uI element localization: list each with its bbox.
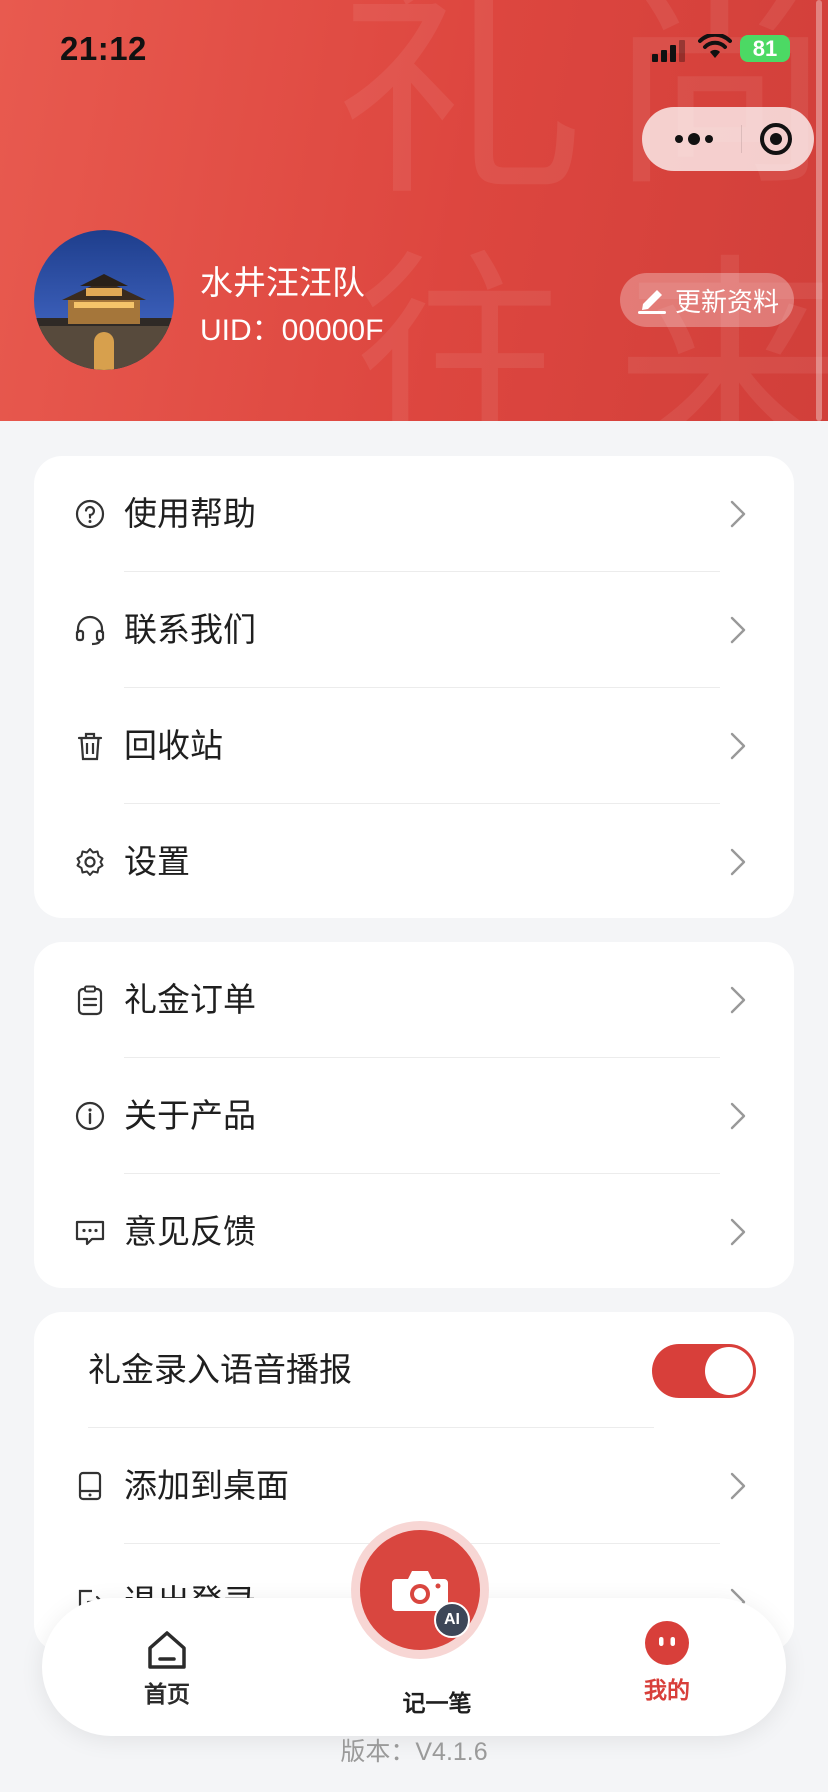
info-circle-icon [75, 1101, 105, 1131]
voice-broadcast-row: 礼金录入语音播报 [34, 1312, 794, 1428]
user-uid: UID：00000F [200, 314, 384, 347]
username: 水井汪汪队 [200, 264, 365, 301]
headset-icon [75, 615, 105, 646]
menu-item-label: 添加到桌面 [124, 1467, 289, 1504]
avatar-image [34, 230, 174, 370]
version-text: 版本：V4.1.6 [340, 1738, 488, 1766]
wifi-icon [698, 34, 732, 58]
record-camera-button[interactable]: AI [351, 1521, 489, 1659]
toggle-knob [705, 1347, 753, 1395]
chevron-right-icon [730, 1218, 746, 1246]
chevron-right-icon [730, 848, 746, 876]
chevron-right-icon [730, 732, 746, 760]
more-menu-button[interactable] [664, 123, 724, 155]
menu-item-about[interactable]: 关于产品 [34, 1058, 794, 1174]
menu-card-general: 使用帮助 联系我们 回收站 设置 [34, 456, 794, 918]
update-profile-label: 更新资料 [674, 286, 779, 317]
status-time: 21:12 [60, 30, 147, 67]
menu-item-contact[interactable]: 联系我们 [34, 572, 794, 688]
tab-record-label[interactable]: 记一笔 [362, 1684, 512, 1718]
edit-icon [637, 290, 666, 314]
avatar[interactable] [34, 230, 174, 370]
gear-icon [76, 848, 104, 876]
record-camera-inner: AI [360, 1530, 480, 1650]
chevron-right-icon [730, 500, 746, 528]
tablet-icon [78, 1471, 102, 1501]
menu-card-orders: 礼金订单 关于产品 意见反馈 [34, 942, 794, 1288]
ai-badge: AI [434, 1602, 470, 1638]
status-bar: 21:12 81 [0, 0, 828, 100]
menu-item-gift-orders[interactable]: 礼金订单 [34, 942, 794, 1058]
tab-home-label: 首页 [144, 1681, 190, 1707]
update-profile-button[interactable]: 更新资料 [620, 273, 794, 327]
menu-item-feedback[interactable]: 意见反馈 [34, 1174, 794, 1288]
cellular-signal-icon [652, 40, 686, 62]
chat-icon [75, 1220, 105, 1246]
tab-mine[interactable]: 我的 [622, 1598, 712, 1736]
trash-icon [77, 732, 103, 761]
tab-mine-label: 我的 [644, 1677, 690, 1703]
profile-header: 礼 尚 往 来 21:12 81 [0, 0, 828, 421]
profile-face-icon [645, 1621, 689, 1665]
chevron-right-icon [730, 616, 746, 644]
home-icon [148, 1631, 186, 1669]
menu-item-recycle-bin[interactable]: 回收站 [34, 688, 794, 804]
help-circle-icon [75, 499, 105, 529]
menu-item-help[interactable]: 使用帮助 [34, 456, 794, 572]
ai-badge-text: AI [444, 1611, 460, 1628]
miniprogram-capsule [642, 107, 814, 171]
chevron-right-icon [730, 986, 746, 1014]
chevron-right-icon [730, 1102, 746, 1130]
menu-item-label: 设置 [124, 843, 190, 880]
voice-broadcast-toggle[interactable] [652, 1344, 756, 1398]
watermark-char: 往 [355, 232, 566, 422]
capsule-divider [741, 125, 742, 153]
menu-item-label: 意见反馈 [124, 1213, 256, 1250]
menu-item-label: 联系我们 [124, 611, 256, 648]
battery-icon: 81 [740, 35, 790, 62]
menu-item-label: 礼金订单 [124, 981, 256, 1018]
target-icon [760, 123, 792, 155]
voice-broadcast-label: 礼金录入语音播报 [88, 1351, 352, 1388]
profile-page: 礼 尚 往 来 21:12 81 [0, 0, 828, 1792]
menu-item-label: 使用帮助 [124, 495, 256, 532]
menu-item-label: 回收站 [124, 727, 223, 764]
menu-item-label: 关于产品 [124, 1097, 256, 1134]
menu-item-settings[interactable]: 设置 [34, 804, 794, 918]
close-miniprogram-button[interactable] [754, 117, 798, 161]
battery-level: 81 [752, 35, 778, 61]
tab-home[interactable]: 首页 [122, 1598, 212, 1736]
chevron-right-icon [730, 1472, 746, 1500]
clipboard-icon [77, 985, 103, 1016]
